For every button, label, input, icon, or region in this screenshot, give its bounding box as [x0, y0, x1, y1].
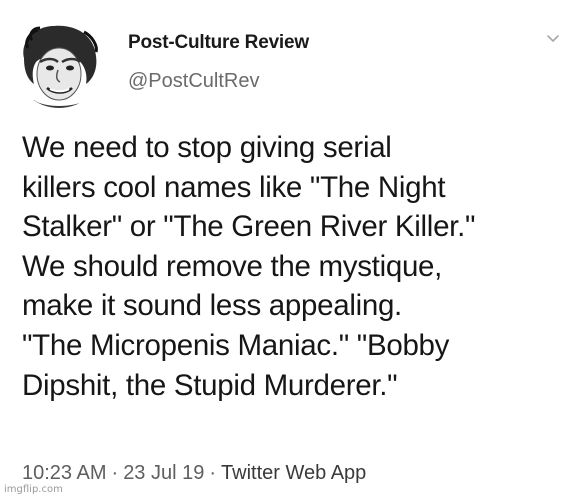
tweet-text-line: Dipshit, the Stupid Murderer.": [22, 368, 398, 402]
tweet-text-line: Stalker" or "The Green River Killer.": [22, 210, 476, 244]
user-handle[interactable]: @PostCultRev: [128, 70, 259, 93]
avatar[interactable]: [14, 18, 104, 108]
tweet-text-line: We need to stop giving serial: [22, 131, 392, 164]
watermark: imgflip.com: [4, 484, 63, 495]
tweet-card: Post-Culture Review @PostCultRev We need…: [0, 0, 566, 499]
chevron-down-icon[interactable]: [546, 34, 560, 44]
tweet-text-line: make it sound less appealing.: [22, 289, 402, 323]
tweet-text-line: "The Micropenis Maniac." "Bobby: [22, 328, 450, 362]
tweet-date[interactable]: 23 Jul 19: [123, 462, 204, 484]
tweet-time[interactable]: 10:23 AM: [22, 462, 107, 484]
tweet-source[interactable]: Twitter Web App: [221, 462, 366, 484]
display-name[interactable]: Post-Culture Review: [128, 32, 309, 54]
meta-separator: ·: [111, 462, 119, 484]
meta-separator: ·: [209, 462, 217, 484]
avatar-portrait-icon: [14, 18, 104, 108]
tweet-metadata: 10:23 AM · 23 Jul 19 · Twitter Web App: [22, 462, 366, 485]
tweet-text-line: We should remove the mystique,: [22, 249, 443, 283]
tweet-text-line: killers cool names like "The Night: [22, 170, 446, 204]
tweet-text: We need to stop giving serial killers co…: [22, 128, 562, 405]
